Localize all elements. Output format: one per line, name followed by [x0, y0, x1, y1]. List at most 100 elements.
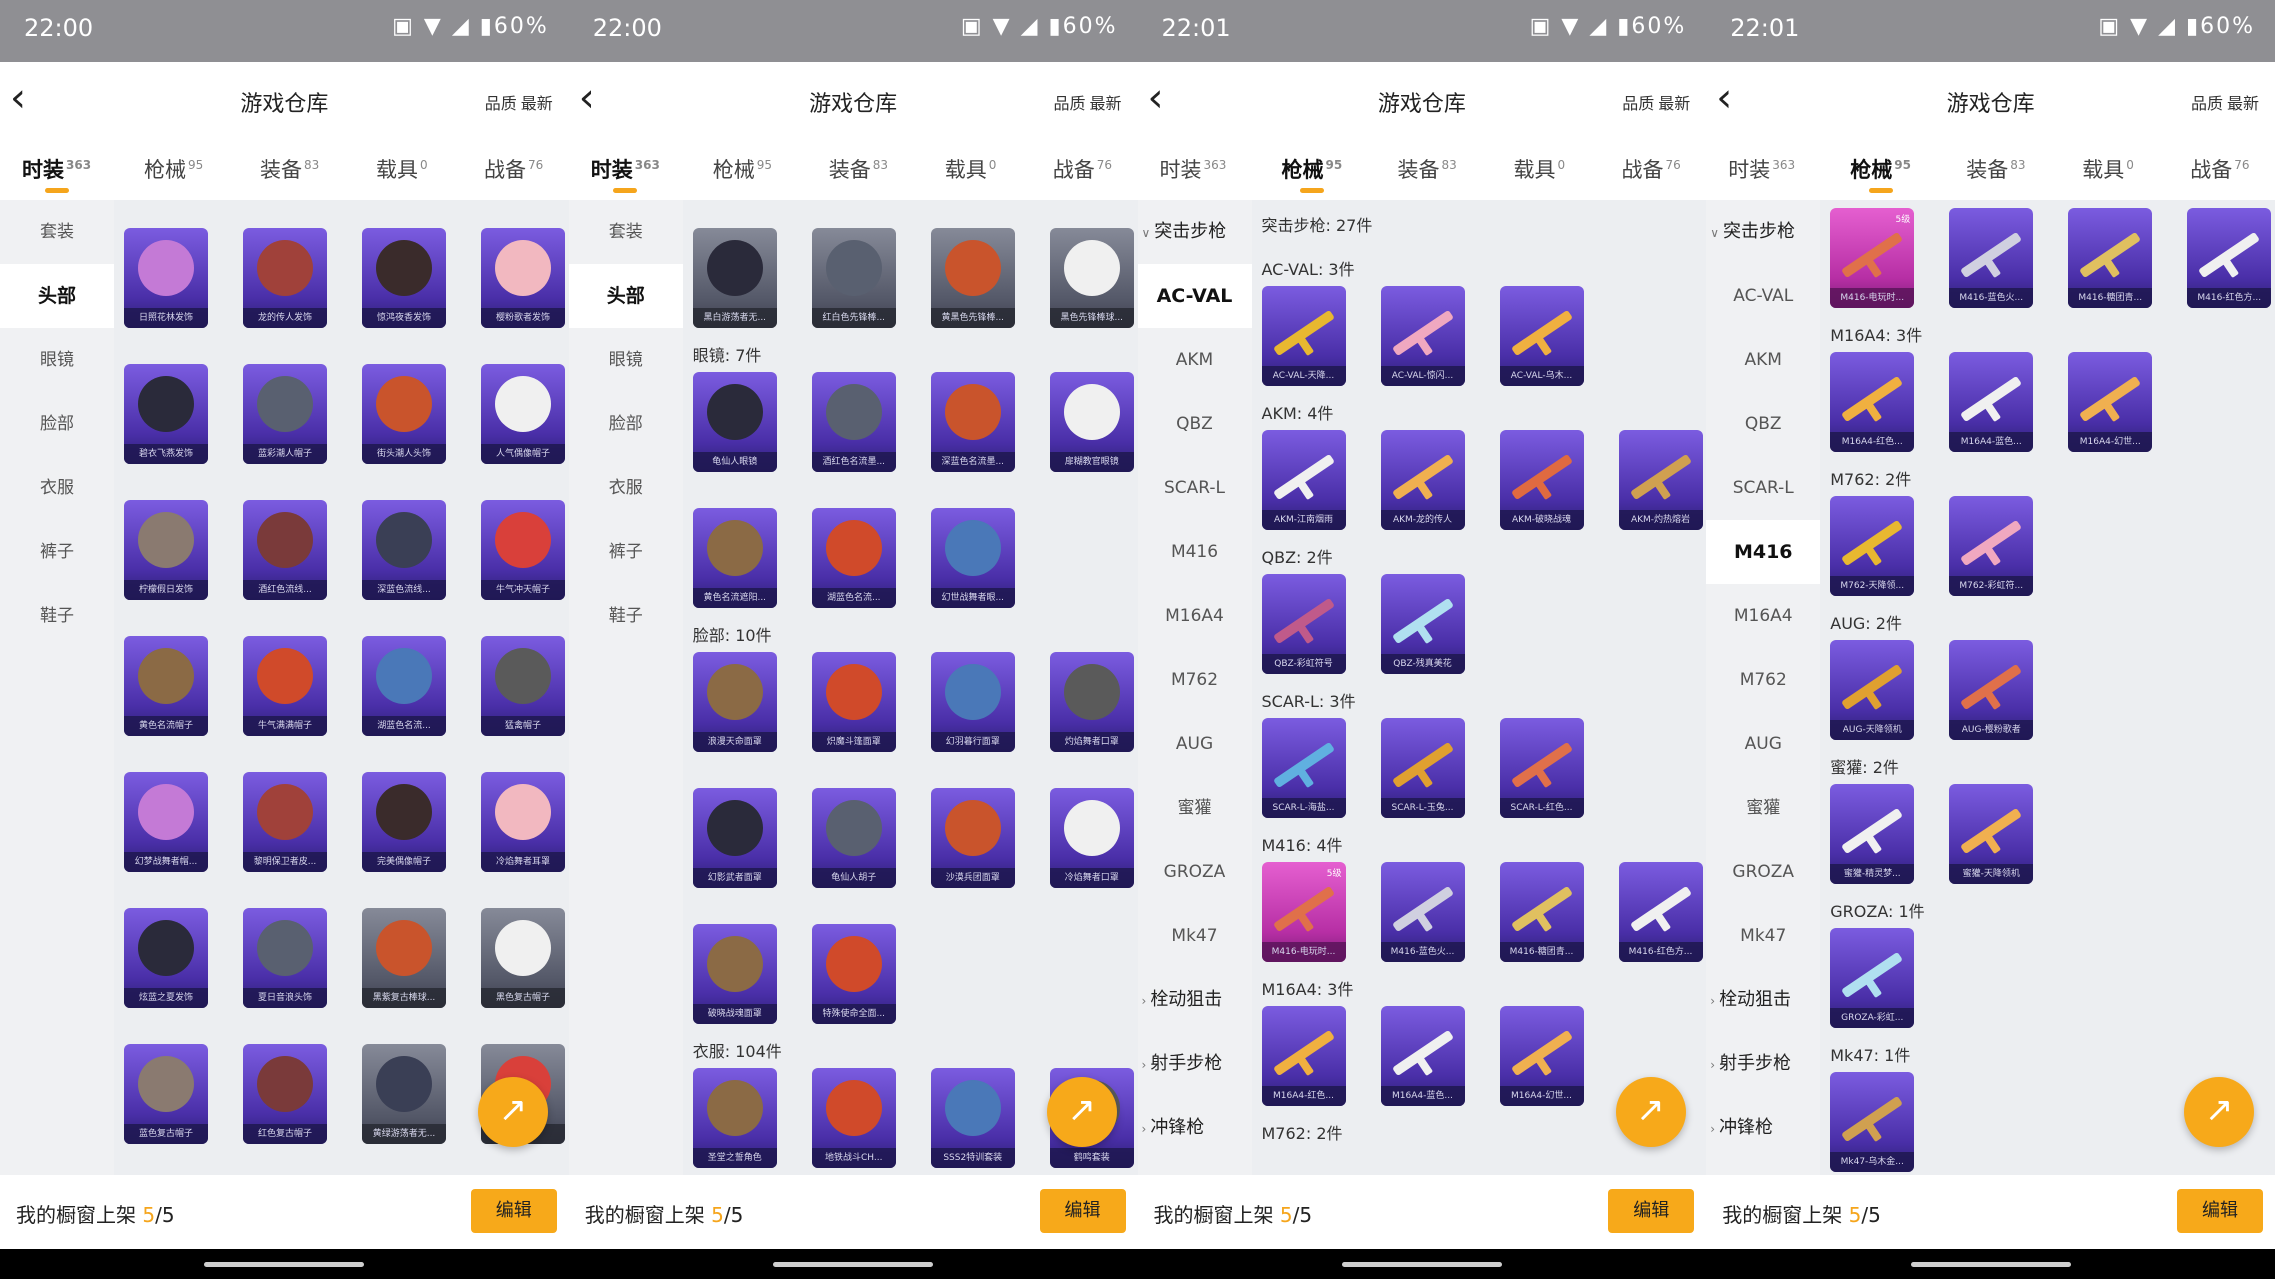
item-tile[interactable]: M16A4-蓝色...: [1380, 1006, 1465, 1106]
item-tile[interactable]: 圣堂之誓角色: [692, 1068, 777, 1168]
item-tile[interactable]: 5级 M416-电玩时...: [1830, 208, 1915, 308]
item-tile[interactable]: SCAR-L-红色...: [1499, 718, 1584, 818]
sidebar-group-dmr[interactable]: › 射手步枪: [1706, 1032, 1820, 1096]
item-tile[interactable]: M16A4-幻世...: [2068, 352, 2153, 452]
item-tile[interactable]: QBZ-残真美花: [1380, 574, 1465, 674]
item-tile[interactable]: 幻影武者面罩: [692, 788, 777, 888]
tab-supplies[interactable]: 战备 76: [1622, 154, 1681, 184]
item-tile[interactable]: AKM-江南烟雨: [1261, 430, 1346, 530]
sidebar-group-assault-rifles[interactable]: ∨ 突击步枪: [1706, 200, 1820, 264]
sidebar-item-honey-badger[interactable]: 蜜獾: [1706, 776, 1820, 840]
sidebar-item-akm[interactable]: AKM: [1138, 328, 1252, 392]
item-tile[interactable]: M16A4-蓝色...: [1949, 352, 2034, 452]
item-tile[interactable]: 湖蓝色名流...: [362, 636, 446, 736]
item-tile[interactable]: 黄绿游荡者无...: [362, 1044, 446, 1144]
item-tile[interactable]: QBZ-彩虹符号: [1261, 574, 1346, 674]
tab-equipment[interactable]: 装备 83: [1966, 154, 2025, 184]
item-tile[interactable]: SCAR-L-海盐...: [1261, 718, 1346, 818]
item-tile[interactable]: AKM-龙的传人: [1380, 430, 1465, 530]
share-fab-icon[interactable]: ↗: [478, 1077, 548, 1147]
item-tile[interactable]: 扉糊教官眼镜: [1049, 372, 1134, 472]
item-tile[interactable]: 沙漠兵团面罩: [930, 788, 1015, 888]
item-tile[interactable]: AKM-破晓战魂: [1499, 430, 1584, 530]
tab-supplies[interactable]: 战备 76: [2190, 154, 2249, 184]
tab-supplies[interactable]: 战备 76: [1053, 154, 1112, 184]
share-fab-icon[interactable]: ↗: [1046, 1077, 1117, 1147]
tab-fashion[interactable]: 时装 363: [1160, 154, 1227, 184]
tab-supplies[interactable]: 战备 76: [484, 154, 543, 184]
item-tile[interactable]: 惊鸿夜香发饰: [362, 228, 446, 328]
item-tile[interactable]: 牛气冲天帽子: [481, 500, 565, 600]
sidebar-item-mk47[interactable]: Mk47: [1706, 904, 1820, 968]
sidebar-item-m16a4[interactable]: M16A4: [1138, 584, 1252, 648]
filter-newest-button[interactable]: 最新: [1658, 90, 1690, 114]
item-tile[interactable]: AKM-灼热熔岩: [1618, 430, 1703, 530]
sidebar-group-bolt-snipers[interactable]: › 栓动狙击: [1138, 968, 1252, 1032]
sidebar-item-acval[interactable]: AC-VAL: [1137, 264, 1252, 328]
sidebar-item-glasses[interactable]: 眼镜: [569, 328, 683, 392]
item-tile[interactable]: 龙的传人发饰: [243, 228, 327, 328]
tab-guns[interactable]: 枪械 95: [1850, 154, 1911, 193]
item-tile[interactable]: 破晓战魂面罩: [692, 924, 777, 1024]
item-tile[interactable]: 红白色先锋棒...: [811, 228, 896, 328]
sidebar-item-acval[interactable]: AC-VAL: [1706, 264, 1820, 328]
item-tile[interactable]: 蜜獾-天降领机: [1949, 784, 2034, 884]
item-tile[interactable]: 5级 M416-电玩时...: [1261, 862, 1346, 962]
sidebar-item-qbz[interactable]: QBZ: [1706, 392, 1820, 456]
item-tile[interactable]: 炫蓝之夏发饰: [124, 908, 208, 1008]
sidebar-item-head[interactable]: 头部: [568, 264, 683, 328]
item-tile[interactable]: 深蓝色流线...: [362, 500, 446, 600]
item-tile[interactable]: 猛禽帽子: [481, 636, 565, 736]
sidebar-item-groza[interactable]: GROZA: [1706, 840, 1820, 904]
item-tile[interactable]: 樱粉歌者发饰: [481, 228, 565, 328]
sidebar-group-smg[interactable]: › 冲锋枪: [1138, 1096, 1252, 1160]
item-tile[interactable]: 黑色复古帽子: [481, 908, 565, 1008]
item-tile[interactable]: M416-糖团青...: [1499, 862, 1584, 962]
item-tile[interactable]: 酒红色名流墨...: [811, 372, 896, 472]
item-tile[interactable]: 幻世战舞者眼...: [930, 508, 1015, 608]
sidebar-item-aug[interactable]: AUG: [1138, 712, 1252, 776]
sidebar-item-pants[interactable]: 裤子: [0, 520, 114, 584]
item-tile[interactable]: AC-VAL-乌木...: [1499, 286, 1584, 386]
sidebar-item-honey-badger[interactable]: 蜜獾: [1138, 776, 1252, 840]
tab-fashion[interactable]: 时装 363: [22, 154, 91, 193]
item-tile[interactable]: 幻梦战舞者帽...: [124, 772, 208, 872]
home-indicator[interactable]: [1341, 1262, 1502, 1267]
filter-quality-button[interactable]: 品质: [1053, 90, 1085, 114]
sidebar-item-face[interactable]: 脸部: [569, 392, 683, 456]
item-tile[interactable]: 灼焰舞者口罩: [1049, 652, 1134, 752]
item-tile[interactable]: 碧衣飞燕发饰: [124, 364, 208, 464]
edit-button[interactable]: 编辑: [470, 1189, 557, 1233]
item-tile[interactable]: 完美偶像帽子: [362, 772, 446, 872]
item-tile[interactable]: 柠檬假日发饰: [124, 500, 208, 600]
item-tile[interactable]: 红色复古帽子: [243, 1044, 327, 1144]
tab-vehicles[interactable]: 载具 0: [1514, 154, 1566, 184]
tab-guns[interactable]: 枪械 95: [144, 154, 203, 184]
item-tile[interactable]: 夏日音浪头饰: [243, 908, 327, 1008]
item-tile[interactable]: 炽魔斗篷面罩: [811, 652, 896, 752]
item-tile[interactable]: 蓝彩潮人帽子: [243, 364, 327, 464]
sidebar-item-face[interactable]: 脸部: [0, 392, 114, 456]
sidebar-item-outfit[interactable]: 套装: [0, 200, 114, 264]
filter-newest-button[interactable]: 最新: [2227, 90, 2259, 114]
sidebar-item-clothes[interactable]: 衣服: [569, 456, 683, 520]
home-indicator[interactable]: [1910, 1262, 2071, 1267]
item-tile[interactable]: M762-彩虹符...: [1949, 496, 2034, 596]
sidebar-item-akm[interactable]: AKM: [1706, 328, 1820, 392]
item-tile[interactable]: 街头潮人头饰: [362, 364, 446, 464]
tab-equipment[interactable]: 装备 83: [829, 154, 888, 184]
sidebar-group-assault-rifles[interactable]: ∨ 突击步枪: [1138, 200, 1252, 264]
sidebar-item-clothes[interactable]: 衣服: [0, 456, 114, 520]
filter-quality-button[interactable]: 品质: [2191, 90, 2223, 114]
sidebar-group-bolt-snipers[interactable]: › 栓动狙击: [1706, 968, 1820, 1032]
filter-quality-button[interactable]: 品质: [1622, 90, 1654, 114]
sidebar-item-pants[interactable]: 裤子: [569, 520, 683, 584]
item-tile[interactable]: 蜜獾-精灵梦...: [1830, 784, 1915, 884]
sidebar-item-qbz[interactable]: QBZ: [1138, 392, 1252, 456]
item-tile[interactable]: SSS2特训套装: [930, 1068, 1015, 1168]
edit-button[interactable]: 编辑: [1039, 1189, 1126, 1233]
item-tile[interactable]: 冷焰舞者口罩: [1049, 788, 1134, 888]
tab-vehicles[interactable]: 载具 0: [945, 154, 997, 184]
sidebar-item-m762[interactable]: M762: [1706, 648, 1820, 712]
sidebar-item-aug[interactable]: AUG: [1706, 712, 1820, 776]
